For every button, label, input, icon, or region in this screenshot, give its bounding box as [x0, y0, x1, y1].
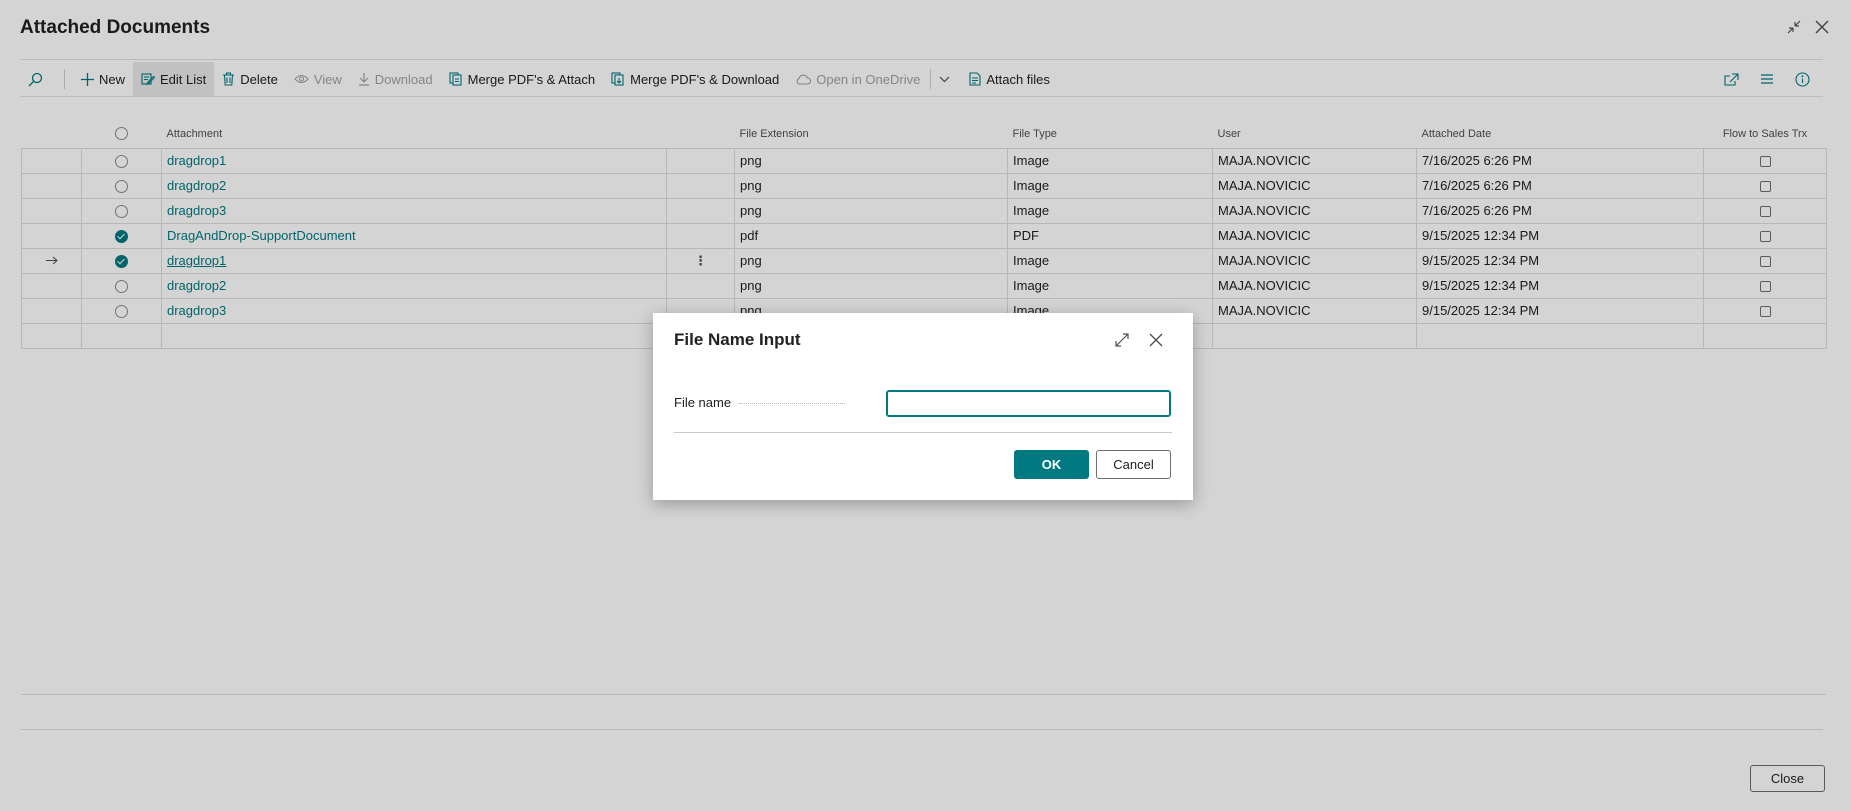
dialog-close-icon[interactable] [1145, 329, 1167, 351]
field-leader-dots [739, 403, 845, 404]
file-name-input[interactable] [886, 390, 1171, 417]
file-name-label: File name [674, 395, 732, 410]
expand-icon[interactable] [1111, 329, 1133, 351]
cancel-button[interactable]: Cancel [1096, 450, 1171, 479]
dialog-title: File Name Input [674, 330, 801, 349]
file-name-dialog: File Name Input File name OK Cancel [653, 313, 1193, 500]
ok-button[interactable]: OK [1014, 450, 1089, 479]
dialog-divider [674, 432, 1172, 433]
